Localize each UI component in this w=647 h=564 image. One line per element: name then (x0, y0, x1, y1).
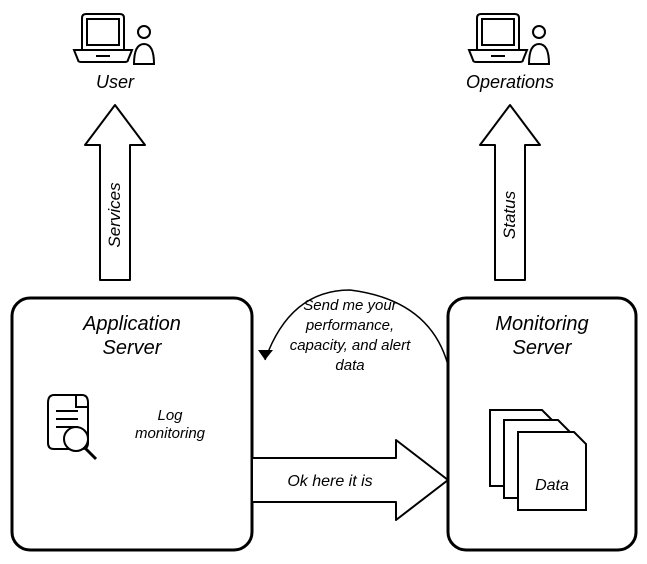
laptop-icon (469, 14, 527, 62)
data-stack-label: Data (535, 477, 569, 494)
arrow-services-label: Services (105, 182, 124, 248)
person-icon (529, 26, 549, 64)
actor-user-label: User (96, 72, 135, 92)
log-monitoring-label-line1: Log (157, 407, 183, 424)
arrow-services: Services (85, 105, 145, 280)
arrow-status-label: Status (500, 190, 519, 239)
log-monitoring-label-line2: monitoring (135, 425, 206, 442)
arrow-status: Status (480, 105, 540, 280)
monitor-server-title-line1: Monitoring (495, 313, 588, 335)
box-application-server: Application Server Log monitoring (12, 298, 252, 550)
app-server-title-line1: Application (82, 313, 181, 335)
message-response-arrow: Ok here it is (252, 440, 448, 520)
actor-user: User (74, 14, 154, 92)
actor-operations: Operations (466, 14, 554, 92)
request-text-line2: performance, (305, 317, 394, 334)
actor-operations-label: Operations (466, 72, 554, 92)
laptop-icon (74, 14, 132, 62)
person-icon (134, 26, 154, 64)
app-server-title-line2: Server (103, 337, 163, 359)
response-text: Ok here it is (287, 473, 372, 490)
monitor-server-title-line2: Server (513, 337, 573, 359)
request-text-line3: capacity, and alert (290, 337, 411, 354)
message-request: Send me your performance, capacity, and … (258, 290, 448, 374)
box-monitoring-server: Monitoring Server Data (448, 298, 636, 550)
request-text-line4: data (335, 357, 364, 374)
request-text-line1: Send me your (303, 297, 397, 314)
